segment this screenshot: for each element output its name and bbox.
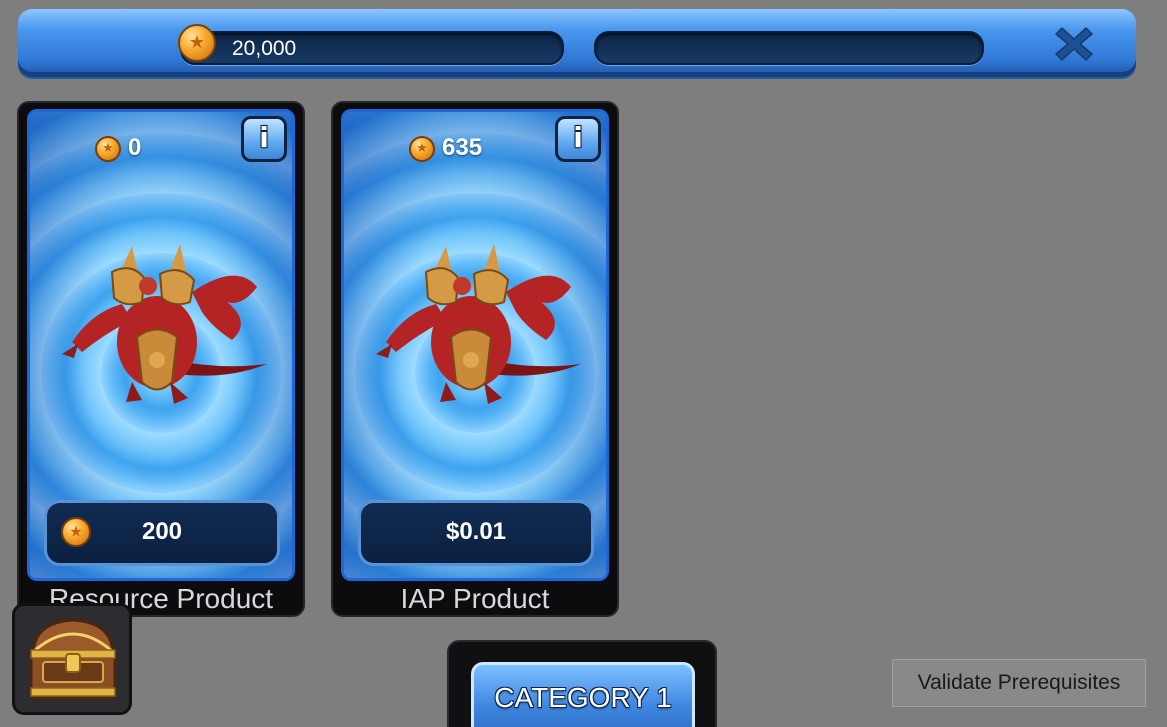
buy-button-iap[interactable]: $0.01 (358, 500, 594, 566)
buy-button-resource[interactable]: 200 (44, 500, 280, 566)
info-icon: i (573, 121, 583, 154)
price-label: 200 (141, 518, 183, 545)
info-button[interactable]: i (241, 116, 287, 162)
dragon-monster-icon (62, 244, 267, 404)
card-top-cost: 635 (442, 134, 483, 161)
currency-top-bar: 20,000 (18, 9, 1136, 77)
gold-coin-icon (178, 24, 216, 62)
category-tab-bar: CATEGORY 1 (447, 640, 717, 727)
category-tab-1[interactable]: CATEGORY 1 (471, 662, 695, 727)
card-top-cost: 0 (128, 134, 142, 161)
gold-coin-icon (409, 136, 435, 162)
store-screen: 20,000 0 i (0, 0, 1167, 727)
gold-balance-text: 20,000 (232, 37, 297, 60)
card-face: 0 i (27, 109, 295, 581)
secondary-balance-pill (594, 31, 984, 65)
card-face: 635 i (341, 109, 609, 581)
info-icon: i (259, 121, 269, 154)
product-card-resource[interactable]: 0 i (17, 101, 305, 617)
category-label: CATEGORY 1 (494, 682, 672, 713)
info-button[interactable]: i (555, 116, 601, 162)
close-button[interactable] (1054, 24, 1094, 64)
close-x-icon (1055, 27, 1093, 61)
chest-button[interactable] (12, 603, 132, 715)
treasure-chest-icon (29, 618, 117, 700)
validate-prerequisites-button[interactable]: Validate Prerequisites (892, 659, 1146, 707)
price-label: $0.01 (445, 518, 507, 545)
dragon-monster-icon (376, 244, 581, 404)
product-card-iap[interactable]: 635 i (331, 101, 619, 617)
gold-coin-icon (95, 136, 121, 162)
product-title: IAP Product (400, 583, 550, 614)
gold-balance-pill: 20,000 (180, 31, 564, 65)
